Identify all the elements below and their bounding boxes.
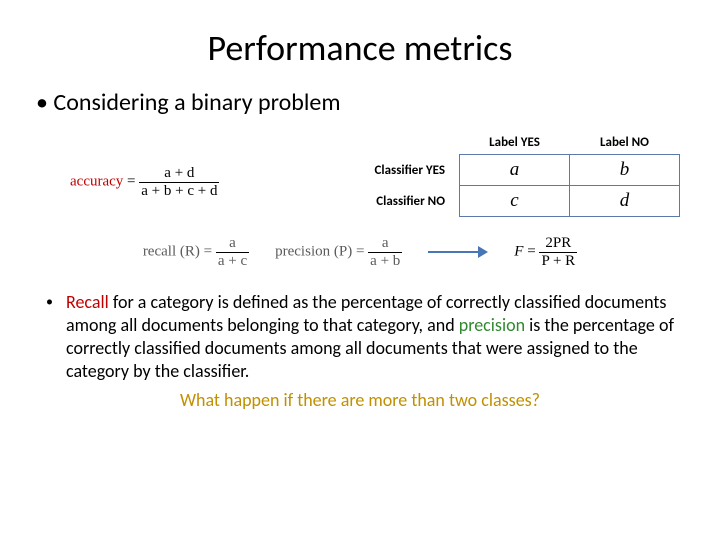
follow-up-question: What happen if there are more than two c… (30, 389, 690, 411)
precision-numerator: a (368, 235, 402, 253)
arrow-right-icon (428, 245, 488, 259)
cell-a: a (460, 155, 570, 186)
precision-label: precision (P) (275, 243, 352, 259)
table-row: Classifier YES a b (365, 155, 680, 186)
description-paragraph: • Recall for a category is defined as th… (30, 291, 690, 383)
page-title: Performance metrics (30, 26, 690, 70)
precision-word: precision (459, 314, 525, 336)
col-header-yes: Label YES (460, 131, 570, 155)
precision-fraction: a a + b (368, 235, 402, 269)
row-header-no: Classifier NO (365, 186, 460, 217)
f-numerator: 2PR (539, 235, 577, 253)
equals-sign: = (527, 243, 535, 259)
bullet-icon: • (46, 293, 53, 311)
precision-formula: precision (P) = a a + b (275, 235, 402, 269)
f-denominator: P + R (539, 253, 577, 270)
rp-f-formula-row: recall (R) = a a + c precision (P) = a a… (54, 235, 666, 269)
accuracy-formula: accuracy = a + d a + b + c + d (70, 131, 270, 199)
f-measure-formula: F = 2PR P + R (514, 235, 577, 269)
accuracy-fraction: a + d a + b + c + d (139, 165, 219, 199)
matrix-and-accuracy-row: accuracy = a + d a + b + c + d Label YES… (70, 131, 690, 217)
recall-numerator: a (216, 235, 249, 253)
cell-c: c (460, 186, 570, 217)
recall-label: recall (R) (143, 243, 200, 259)
slide: Performance metrics Considering a binary… (0, 0, 720, 431)
accuracy-denominator: a + b + c + d (139, 183, 219, 200)
cell-d: d (570, 186, 680, 217)
equals-sign: = (204, 243, 212, 259)
precision-denominator: a + b (368, 253, 402, 270)
confusion-matrix: Label YES Label NO Classifier YES a b Cl… (365, 131, 680, 217)
accuracy-numerator: a + d (139, 165, 219, 183)
equals-sign: = (127, 173, 135, 189)
col-header-no: Label NO (570, 131, 680, 155)
recall-formula: recall (R) = a a + c (143, 235, 249, 269)
recall-word: Recall (66, 291, 109, 313)
f-label: F (514, 243, 523, 259)
equals-sign: = (356, 243, 364, 259)
f-fraction: 2PR P + R (539, 235, 577, 269)
accuracy-label: accuracy (70, 173, 123, 189)
table-row: Classifier NO c d (365, 186, 680, 217)
row-header-yes: Classifier YES (365, 155, 460, 186)
confusion-matrix-wrap: Label YES Label NO Classifier YES a b Cl… (270, 131, 690, 217)
intro-bullet: Considering a binary problem (30, 88, 690, 117)
table-header-row: Label YES Label NO (365, 131, 680, 155)
recall-denominator: a + c (216, 253, 249, 270)
recall-fraction: a a + c (216, 235, 249, 269)
cell-b: b (570, 155, 680, 186)
